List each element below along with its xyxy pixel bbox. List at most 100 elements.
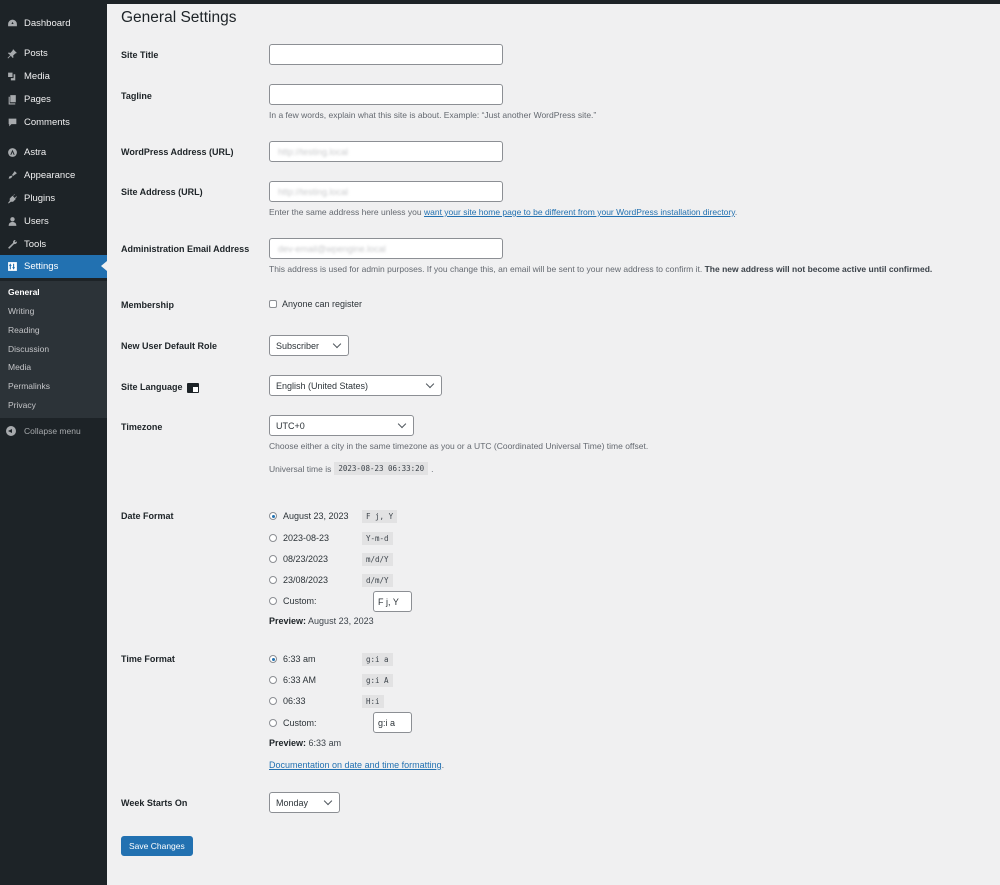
chevron-down-icon	[332, 339, 342, 349]
sidebar-item-label: Tools	[24, 238, 47, 250]
radio-button[interactable]	[269, 512, 277, 520]
comment-icon	[6, 116, 18, 128]
week-starts-select[interactable]: Monday	[269, 792, 340, 813]
date-format-option[interactable]: August 23, 2023	[269, 509, 349, 523]
time-format-option[interactable]: 6:33 AM	[269, 673, 316, 687]
astra-icon	[6, 146, 18, 158]
date-time-doc-link[interactable]: Documentation on date and time formattin…	[269, 760, 442, 770]
option-label: Custom:	[283, 718, 317, 728]
radio-button[interactable]	[269, 555, 277, 563]
date-time-doc-link-row: Documentation on date and time formattin…	[269, 760, 444, 770]
site-home-different-link[interactable]: want your site home page to be different…	[424, 207, 735, 217]
date-format-preview: Preview: August 23, 2023	[269, 616, 374, 626]
sidebar-item-label: Comments	[24, 116, 70, 128]
sidebar-item-settings[interactable]: Settings	[0, 255, 107, 278]
time-format-option[interactable]: 06:33	[269, 694, 306, 708]
default-role-select[interactable]: Subscriber	[269, 335, 349, 356]
time-format-label: Time Format	[121, 654, 175, 664]
submenu-item-general[interactable]: General	[8, 287, 40, 297]
sidebar-item-media[interactable]: Media	[0, 65, 107, 87]
settings-submenu: General Writing Reading Discussion Media…	[0, 281, 107, 418]
sidebar-item-label: Posts	[24, 47, 48, 59]
submenu-item-media[interactable]: Media	[8, 362, 31, 372]
sidebar-item-pages[interactable]: Pages	[0, 88, 107, 110]
collapse-menu-button[interactable]: Collapse menu	[0, 422, 107, 440]
site-language-select[interactable]: English (United States)	[269, 375, 442, 396]
sidebar-item-label: Plugins	[24, 192, 56, 204]
submenu-item-permalinks[interactable]: Permalinks	[8, 381, 50, 391]
date-format-custom-option[interactable]: Custom:	[269, 594, 317, 608]
radio-button[interactable]	[269, 655, 277, 663]
submenu-item-discussion[interactable]: Discussion	[8, 344, 49, 354]
radio-button[interactable]	[269, 676, 277, 684]
sidebar-item-posts[interactable]: Posts	[0, 42, 107, 64]
option-label: 06:33	[283, 696, 306, 706]
time-format-code: g:i a	[362, 653, 393, 666]
sidebar-item-users[interactable]: Users	[0, 210, 107, 232]
submenu-item-privacy[interactable]: Privacy	[8, 400, 36, 410]
sidebar-item-appearance[interactable]: Appearance	[0, 164, 107, 186]
sidebar-item-comments[interactable]: Comments	[0, 111, 107, 133]
universal-time-value: 2023-08-23 06:33:20	[334, 462, 429, 475]
preview-label: Preview:	[269, 616, 307, 626]
site-address-value: http://testing.local	[278, 186, 349, 197]
option-label: 2023-08-23	[283, 533, 330, 543]
page-title: General Settings	[121, 9, 237, 26]
date-format-option[interactable]: 2023-08-23	[269, 531, 329, 545]
settings-icon	[6, 261, 18, 273]
translation-icon	[187, 382, 200, 393]
date-format-custom-input[interactable]	[373, 591, 412, 612]
submenu-item-reading[interactable]: Reading	[8, 325, 40, 335]
radio-button[interactable]	[269, 576, 277, 584]
date-format-option[interactable]: 23/08/2023	[269, 573, 328, 587]
time-format-code: g:i A	[362, 674, 393, 687]
universal-time-suffix: .	[431, 463, 434, 474]
tagline-input[interactable]	[269, 84, 503, 105]
sidebar-item-label: Media	[24, 70, 50, 82]
date-format-code: d/m/Y	[362, 574, 393, 587]
timezone-select[interactable]: UTC+0	[269, 415, 414, 436]
time-format-preview: Preview: 6:33 am	[269, 738, 341, 748]
admin-sidebar: Dashboard Posts Media Pages Comments Ast…	[0, 0, 107, 885]
sidebar-item-tools[interactable]: Tools	[0, 233, 107, 255]
radio-button[interactable]	[269, 534, 277, 542]
wrench-icon	[6, 238, 18, 250]
site-language-label-text: Site Language	[121, 382, 183, 392]
site-title-label: Site Title	[121, 50, 159, 60]
anyone-can-register-option[interactable]: Anyone can register	[269, 299, 362, 309]
brush-icon	[6, 169, 18, 181]
site-address-desc-suffix: .	[734, 207, 738, 217]
submenu-item-writing[interactable]: Writing	[8, 306, 34, 316]
pages-icon	[6, 93, 18, 105]
sidebar-item-plugins[interactable]: Plugins	[0, 187, 107, 209]
site-title-input[interactable]	[269, 44, 503, 65]
chevron-down-icon	[425, 379, 435, 389]
date-format-code: m/d/Y	[362, 553, 393, 566]
anyone-can-register-checkbox[interactable]	[269, 300, 277, 308]
wp-address-input[interactable]: http://testing.local	[269, 141, 503, 162]
admin-email-description: This address is used for admin purposes.…	[269, 264, 932, 274]
radio-button[interactable]	[269, 597, 277, 605]
radio-button[interactable]	[269, 719, 277, 727]
media-icon	[6, 70, 18, 82]
time-format-option[interactable]: 6:33 am	[269, 652, 316, 666]
sidebar-item-label: Astra	[24, 146, 47, 158]
date-format-option[interactable]: 08/23/2023	[269, 552, 328, 566]
time-format-code: H:i	[362, 695, 384, 708]
tagline-label: Tagline	[121, 91, 152, 101]
admin-email-label: Administration Email Address	[121, 244, 250, 254]
date-format-code: Y-m-d	[362, 532, 393, 545]
site-address-input[interactable]: http://testing.local	[269, 181, 503, 202]
save-changes-button[interactable]: Save Changes	[121, 836, 193, 856]
settings-content: General Settings Site Title Tagline In a…	[107, 4, 1000, 885]
sidebar-item-astra[interactable]: Astra	[0, 141, 107, 163]
radio-button[interactable]	[269, 697, 277, 705]
default-role-value: Subscriber	[276, 340, 320, 351]
sidebar-item-dashboard[interactable]: Dashboard	[0, 12, 107, 34]
option-label: 6:33 AM	[283, 675, 317, 685]
pin-icon	[6, 47, 18, 59]
time-format-custom-input[interactable]	[373, 712, 412, 733]
option-label: 6:33 am	[283, 654, 316, 664]
time-format-custom-option[interactable]: Custom:	[269, 716, 317, 730]
admin-email-input[interactable]: dev-email@wpengine.local	[269, 238, 503, 259]
